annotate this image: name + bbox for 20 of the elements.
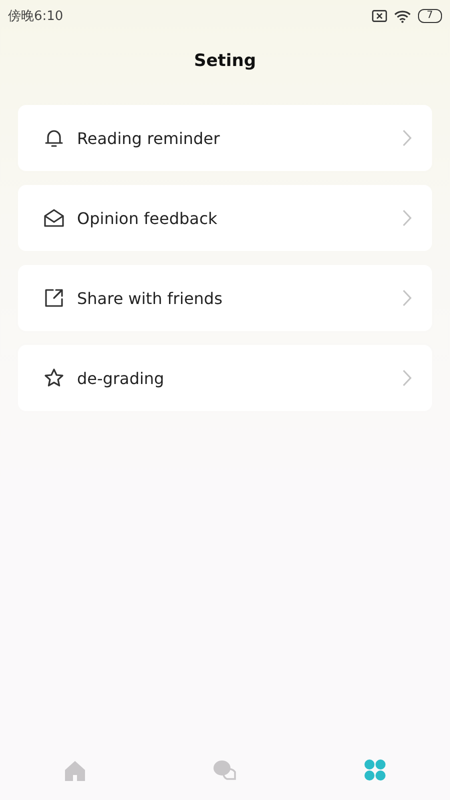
share-icon <box>43 287 65 309</box>
star-icon <box>43 367 65 389</box>
chevron-icon <box>402 289 412 307</box>
status-time: 傍晚6:10 <box>8 8 64 25</box>
grid-icon <box>364 759 386 781</box>
menu-item[interactable]: Reading reminder <box>18 105 432 171</box>
menu-item[interactable]: Opinion feedback <box>18 185 432 251</box>
menu-item[interactable]: de-grading <box>18 345 432 411</box>
chevron-icon <box>402 369 412 387</box>
page-title: Seting <box>193 51 257 73</box>
chevron-icon <box>402 209 412 227</box>
home-icon <box>64 760 86 780</box>
chat-icon <box>213 759 237 781</box>
wifi-icon <box>394 10 411 22</box>
bell-icon <box>43 127 65 149</box>
sim-icon <box>372 10 387 22</box>
mail-icon <box>43 207 65 229</box>
battery-indicator: 7 <box>418 9 442 23</box>
menu-item[interactable]: Share with friends <box>18 265 432 331</box>
chevron-icon <box>402 129 412 147</box>
